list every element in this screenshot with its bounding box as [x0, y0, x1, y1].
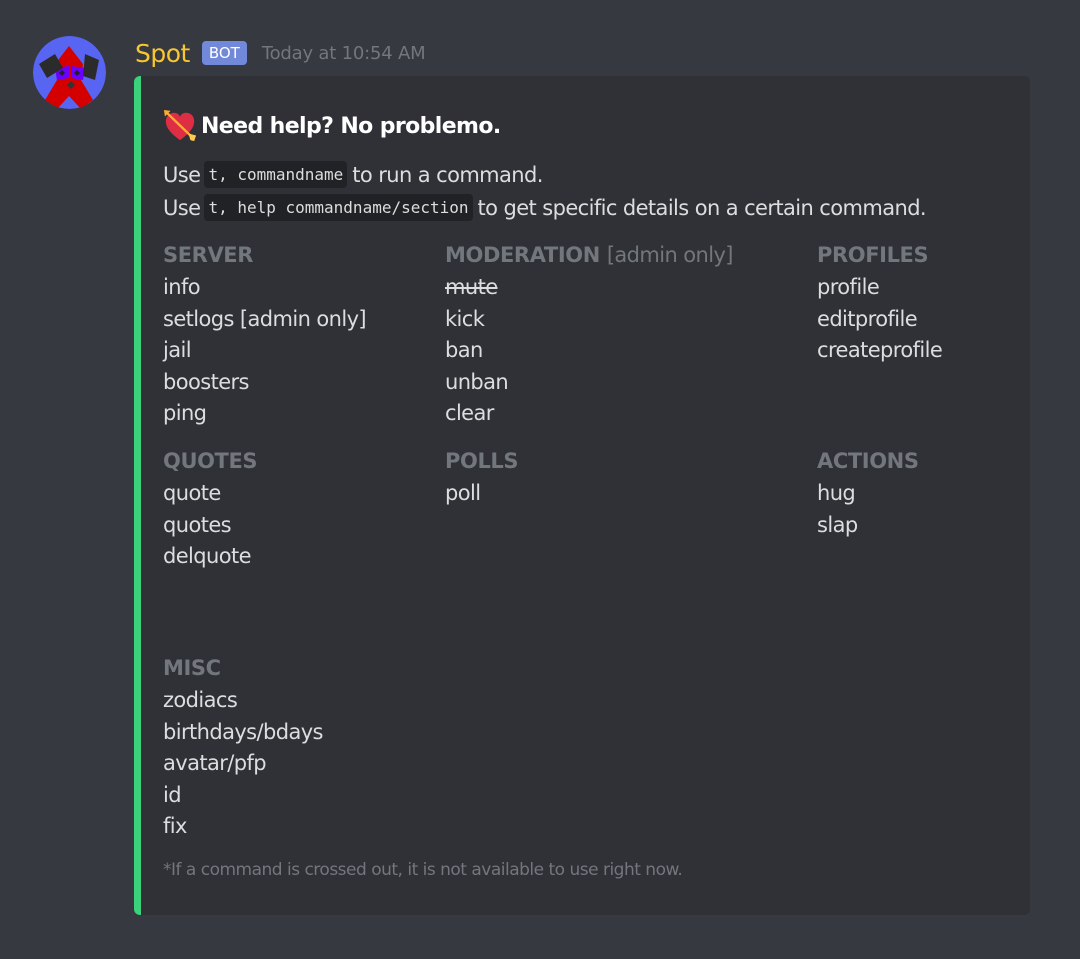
field-name: SERVER [163, 238, 366, 272]
command-item: unban [445, 369, 509, 394]
username[interactable]: Spot [135, 39, 190, 68]
embed-title-text: Need help? No problemo. [201, 113, 501, 139]
field-name: ACTIONS [817, 444, 919, 478]
command-item: slap [817, 512, 858, 537]
field-profiles: PROFILES profile editprofile createprofile [817, 238, 943, 367]
command-item: setlogs [admin only] [163, 306, 367, 331]
command-item: birthdays/bdays [163, 719, 323, 744]
command-item: zodiacs [163, 688, 238, 712]
heart-with-arrow-icon [163, 109, 197, 142]
command-item: id [163, 782, 182, 807]
inline-code: t, commandname [204, 161, 348, 188]
embed-description: Use t, commandname to run a command. Use… [163, 158, 927, 224]
command-item: clear [445, 401, 494, 425]
description-line: Use t, commandname to run a command. [163, 158, 926, 191]
command-item: profile [817, 275, 880, 299]
field-server: SERVER info setlogs [admin only] jail booste… [163, 238, 367, 430]
field-name: POLLS [445, 444, 519, 478]
field-title: SERVER [163, 243, 254, 267]
description-text: Use [163, 162, 201, 187]
description-text: to get specific details on a certain com… [477, 195, 927, 220]
help-embed: Need help? No problemo. Use t, commandna… [134, 76, 1030, 915]
field-title: ACTIONS [817, 449, 919, 473]
description-text: Use [163, 195, 201, 220]
command-item: hug [817, 481, 856, 505]
field-misc: MISC zodiacs birthdays/bdays avatar/pfp id fi… [163, 651, 323, 843]
field-quotes: QUOTES quote quotes delquote [163, 444, 258, 573]
field-title-suffix: [admin only] [606, 243, 734, 267]
field-title: MISC [163, 656, 221, 680]
command-item: ping [163, 401, 207, 425]
command-item: ban [445, 338, 483, 362]
field-actions: ACTIONS hug slap [817, 444, 919, 541]
command-item: poll [445, 481, 481, 505]
field-title: MODERATION [445, 243, 600, 267]
field-title: POLLS [445, 449, 519, 473]
command-item: createprofile [817, 338, 943, 362]
command-item: fix [163, 814, 187, 838]
field-title: QUOTES [163, 449, 258, 473]
timestamp[interactable]: Today at 10:54 AM [262, 43, 426, 64]
command-item: mute [445, 275, 498, 299]
command-item: editprofile [817, 306, 918, 331]
field-name: QUOTES [163, 444, 258, 478]
avatar[interactable] [33, 36, 106, 109]
command-item: quotes [163, 512, 232, 537]
field-polls: POLLS poll [445, 444, 519, 510]
embed-title: Need help? No problemo. [163, 109, 501, 143]
message-header: Spot BOT Today at 10:54 AM [135, 36, 426, 70]
dog-face-avatar-icon [33, 36, 106, 109]
embed-footnote: *If a command is crossed out, it is not … [163, 860, 683, 880]
command-item: avatar/pfp [163, 751, 267, 775]
inline-code: t, help commandname/section [204, 194, 473, 221]
field-name: MODERATION [admin only] [445, 238, 734, 272]
field-name: MISC [163, 651, 323, 685]
field-moderation: MODERATION [admin only] mute kick ban unban c… [445, 238, 734, 430]
command-item: boosters [163, 369, 250, 394]
description-text: to run a command. [352, 162, 543, 187]
command-item: info [163, 275, 201, 299]
command-item: delquote [163, 544, 252, 568]
chat-message: Spot BOT Today at 10:54 AM Need help? No… [0, 0, 1080, 959]
command-item: quote [163, 481, 221, 505]
field-title: PROFILES [817, 243, 929, 267]
bot-badge: BOT [201, 41, 247, 65]
embed-accent-bar [134, 76, 141, 915]
description-line: Use t, help commandname/section to get s… [163, 191, 927, 224]
field-name: PROFILES [817, 238, 942, 272]
command-item: kick [445, 306, 485, 331]
command-item: jail [163, 338, 192, 362]
